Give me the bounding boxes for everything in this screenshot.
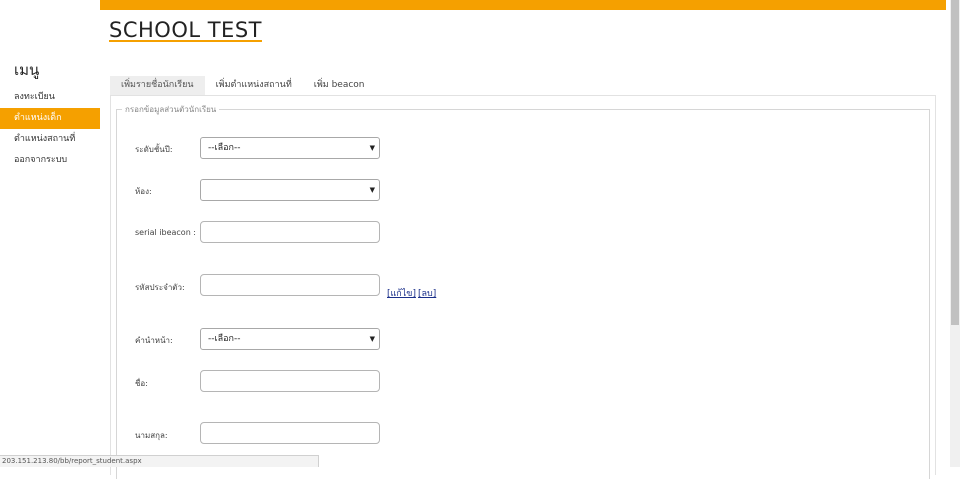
tab-bar: เพิ่มรายชื่อนักเรียน เพิ่มตำแหน่งสถานที่… <box>110 76 376 95</box>
serial-label: serial ibeacon : <box>135 228 196 237</box>
scrollbar-thumb[interactable] <box>951 0 959 325</box>
tab-add-student[interactable]: เพิ่มรายชื่อนักเรียน <box>110 76 205 95</box>
last-name-input[interactable] <box>200 422 380 444</box>
site-title: SCHOOL TEST <box>109 18 262 42</box>
student-id-input[interactable] <box>200 274 380 296</box>
student-id-label: รหัสประจำตัว: <box>135 283 185 292</box>
chevron-down-icon: ▼ <box>369 335 375 343</box>
sidebar-item-register[interactable]: ลงทะเบียน <box>0 87 100 108</box>
sidebar-item-child-location[interactable]: ตำแหน่งเด็ก <box>0 108 100 129</box>
chevron-down-icon: ▼ <box>369 186 375 194</box>
fieldset-legend: กรอกข้อมูลส่วนตัวนักเรียน <box>122 103 220 116</box>
tab-add-beacon[interactable]: เพิ่ม beacon <box>303 76 376 95</box>
edit-link[interactable]: [แก้ไข] <box>387 286 416 300</box>
room-select[interactable]: ▼ <box>200 179 380 201</box>
sidebar-item-logout[interactable]: ออกจากระบบ <box>0 150 100 171</box>
sidebar-menu: ลงทะเบียน ตำแหน่งเด็ก ตำแหน่งสถานที่ ออก… <box>0 87 100 171</box>
sidebar-item-place-location[interactable]: ตำแหน่งสถานที่ <box>0 129 100 150</box>
serial-input[interactable] <box>200 221 380 243</box>
delete-link[interactable]: [ลบ] <box>418 286 436 300</box>
first-name-input[interactable] <box>200 370 380 392</box>
first-name-label: ชื่อ: <box>135 379 148 388</box>
prefix-select[interactable]: --เลือก-- ▼ <box>200 328 380 350</box>
prefix-select-value: --เลือก-- <box>208 334 241 344</box>
grade-select-value: --เลือก-- <box>208 143 241 153</box>
last-name-label: นามสกุล: <box>135 431 168 440</box>
grade-select[interactable]: --เลือก-- ▼ <box>200 137 380 159</box>
menu-heading: เมนู <box>14 61 40 79</box>
prefix-label: คำนำหน้า: <box>135 336 173 345</box>
chevron-down-icon: ▼ <box>369 144 375 152</box>
grade-label: ระดับชั้นปี: <box>135 145 173 154</box>
top-accent-bar <box>100 0 946 10</box>
room-label: ห้อง: <box>135 187 152 196</box>
status-bar-url: 203.151.213.80/bb/report_student.aspx <box>0 455 319 467</box>
tab-add-place[interactable]: เพิ่มตำแหน่งสถานที่ <box>205 76 303 95</box>
